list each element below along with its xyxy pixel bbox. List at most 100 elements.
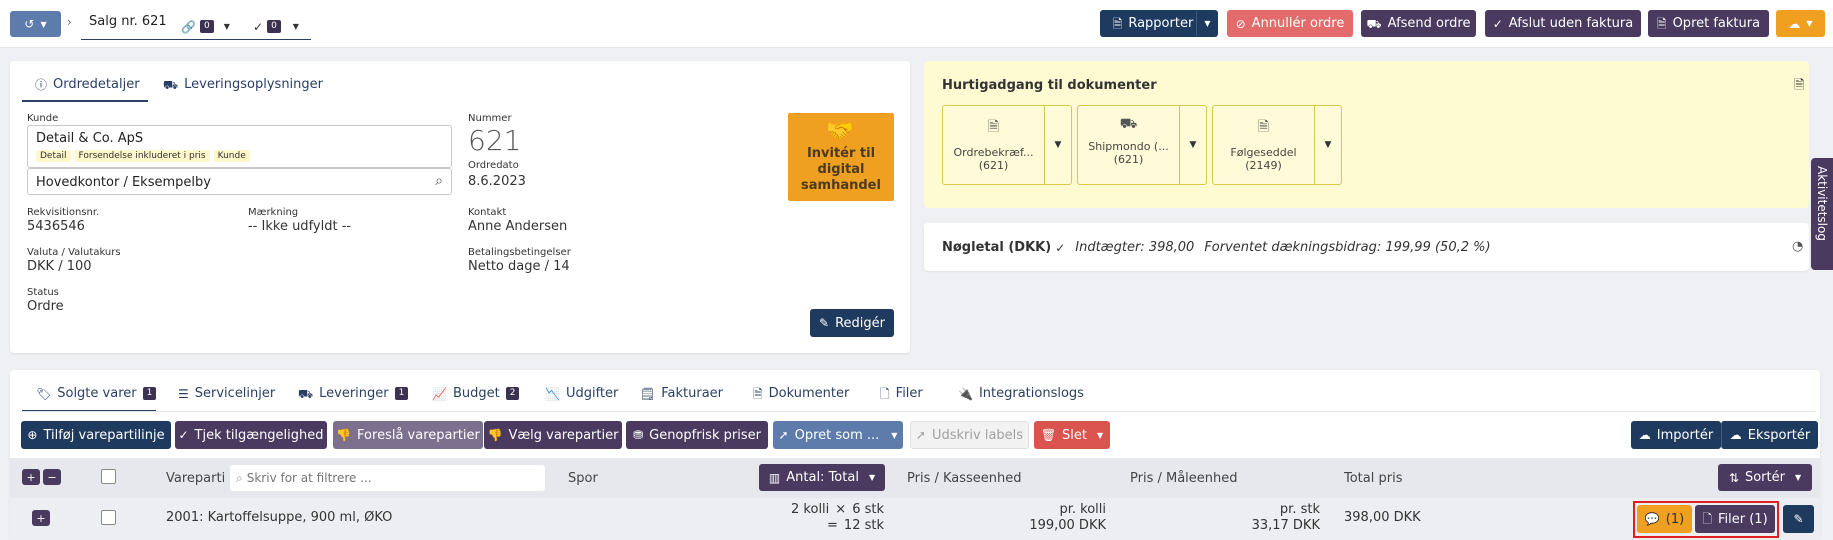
choose-lots-button[interactable]: 👎 Vælg varepartier [484, 421, 622, 449]
row-checkbox[interactable] [101, 510, 116, 525]
cancel-order-button[interactable]: ⊘ Annullér ordre [1227, 10, 1353, 37]
cloud-upload-button[interactable]: ☁ ▼ [1776, 10, 1825, 37]
header-price-unit: Pris / Måleenhed [1130, 471, 1238, 486]
refresh-prices-button[interactable]: ⛃ Genopfrisk priser [626, 421, 768, 449]
tabs-divider [20, 411, 1815, 412]
tab-deliveries[interactable]: ⛟ Leveringer 1 [298, 386, 409, 401]
customer-name: Detail & Co. ApS [36, 131, 144, 146]
expand-all-button[interactable]: + [22, 469, 40, 485]
quick-docs-title: Hurtigadgang til dokumenter [942, 78, 1157, 93]
invite-digital-trade-button[interactable]: 🤝 Invitér til digital samhandel [788, 113, 894, 201]
invoice-icon: 🗒 [640, 386, 656, 401]
tab-sold-items[interactable]: 🏷 Solgte varer 1 [36, 386, 157, 401]
quick-doc-main[interactable]: 🗎 Ordrebekræf... (621) [943, 106, 1045, 184]
kpi-title: Nøgletal (DKK) [942, 240, 1052, 255]
refresh-prices-label: Genopfrisk priser [649, 427, 761, 443]
quick-doc-main[interactable]: ⛟ Shipmondo (... (621) [1078, 106, 1180, 184]
edit-row-button[interactable]: ✎ [1783, 505, 1814, 533]
finish-no-invoice-button[interactable]: ✓ Afslut uden faktura [1485, 10, 1641, 37]
tab-label: Servicelinjer [194, 386, 276, 401]
search-icon[interactable]: ⌕ [435, 173, 443, 189]
quick-doc-dropdown[interactable]: ▼ [1315, 106, 1341, 184]
reports-dropdown-button[interactable]: ▼ [1196, 10, 1218, 37]
quick-doc-dropdown[interactable]: ▼ [1180, 106, 1206, 184]
document-icon: 🗎 [753, 386, 763, 401]
expand-row-button[interactable]: + [32, 510, 50, 526]
marking-value: -- Ikke udfyldt -- [248, 219, 352, 234]
send-order-button[interactable]: ⛟ Afsend ordre [1361, 10, 1476, 37]
edit-button[interactable]: ✎ Redigér [810, 309, 894, 337]
delete-button[interactable]: 🗑 Slet ▼ [1034, 421, 1110, 449]
add-line-label: Tilføj varepartilinje [43, 427, 165, 443]
customer-tag: Detail [36, 150, 71, 162]
tab-documents[interactable]: 🗎 Dokumenter [753, 386, 849, 401]
filter-input[interactable]: ⌕ [230, 465, 545, 491]
order-number: 621 [468, 124, 522, 157]
reports-button[interactable]: 🗎 Rapporter [1100, 10, 1206, 37]
create-invoice-button[interactable]: 🗎 Opret faktura [1648, 10, 1769, 37]
collapse-all-button[interactable]: − [43, 469, 61, 485]
customer-field[interactable]: Detail & Co. ApS Detail Forsendelse inkl… [27, 125, 452, 168]
header-price-case: Pris / Kasseenhed [907, 471, 1022, 486]
info-icon: ⓘ [35, 77, 48, 92]
quick-doc-main[interactable]: 🗎 Følgeseddel (2149) [1213, 106, 1315, 184]
pencil-icon: ✎ [1793, 512, 1804, 526]
sort-button[interactable]: ⇅ Sortér ▼ [1718, 464, 1812, 491]
files-button[interactable]: 🗋 Filer (1) [1695, 505, 1775, 533]
contact-label: Kontakt [468, 207, 507, 218]
kpi-margin: Forventet dækningsbidrag: 199,99 (50,2 %… [1204, 240, 1491, 255]
tab-expenses[interactable]: 📉 Udgifter [545, 386, 618, 401]
finish-no-invoice-label: Afslut uden faktura [1508, 16, 1634, 31]
address-text: Hovedkontor / Eksempelby [36, 175, 211, 190]
chevron-down-icon: ▼ [891, 430, 898, 440]
document-icon[interactable]: 🗎 [1794, 76, 1804, 98]
chevron-down-icon: ▼ [1189, 140, 1197, 150]
filter-input-field[interactable] [246, 471, 527, 485]
tab-invoices[interactable]: 🗒 Fakturaer [640, 386, 723, 401]
edit-icon: ✎ [819, 316, 830, 330]
check-icon: ✓ [1055, 240, 1066, 255]
select-all-checkbox[interactable] [101, 469, 116, 484]
tab-files[interactable]: 🗋 Filer [880, 386, 923, 401]
tab-integration-logs[interactable]: 🔌 Integrationslogs [958, 386, 1084, 401]
check-availability-button[interactable]: ✓ Tjek tilgængelighed [175, 421, 327, 449]
tab-budget[interactable]: 📈 Budget 2 [432, 386, 520, 401]
comments-label: (1) [1665, 511, 1685, 527]
comments-button[interactable]: 💬 (1) [1637, 505, 1692, 533]
print-labels-button[interactable]: ➚ Udskriv labels [910, 421, 1029, 449]
tab-active-underline [22, 100, 148, 102]
check-icon: ✓ [178, 428, 189, 442]
comments-icon: 💬 [1644, 512, 1660, 526]
ban-icon: ⊘ [1235, 16, 1246, 31]
quick-doc-order-confirmation[interactable]: 🗎 Ordrebekræf... (621) ▼ [942, 105, 1072, 185]
tab-order-details-label: Ordredetaljer [53, 77, 140, 92]
kpi-income: Indtægter: 398,00 [1075, 240, 1195, 255]
chevron-down-icon: ▼ [40, 19, 47, 29]
create-as-button[interactable]: ➚ Opret som ... ▼ [773, 421, 903, 449]
suggest-lots-button[interactable]: 👎 Foreslå varepartier [333, 421, 483, 449]
export-button[interactable]: ☁ Eksportér [1721, 421, 1818, 449]
quick-doc-dropdown[interactable]: ▼ [1045, 106, 1071, 184]
dashboard-icon[interactable]: ◔ [1792, 239, 1803, 254]
cancel-order-label: Annullér ordre [1251, 16, 1345, 31]
history-button[interactable]: ↺ ▼ [10, 11, 61, 37]
quantity-mode-button[interactable]: ▥ Antal: Total ▼ [759, 464, 885, 491]
quick-doc-packing-slip[interactable]: 🗎 Følgeseddel (2149) ▼ [1212, 105, 1342, 185]
tab-order-details[interactable]: ⓘ Ordredetaljer [35, 77, 140, 92]
activity-log-tab[interactable]: Aktivitetslog [1811, 158, 1833, 270]
quick-doc-shipmondo[interactable]: ⛟ Shipmondo (... (621) ▼ [1077, 105, 1207, 185]
thumbs-down-icon: 👎 [487, 428, 503, 442]
order-title[interactable]: Salg nr. 621 [81, 14, 177, 40]
address-field[interactable]: Hovedkontor / Eksempelby ⌕ [27, 168, 452, 195]
chevron-down-icon: ▼ [868, 473, 876, 482]
marking-label: Mærkning [248, 207, 299, 218]
add-line-button[interactable]: ⊕ Tilføj varepartilinje [21, 421, 171, 449]
import-button[interactable]: ☁ Importér [1631, 421, 1721, 449]
kpi-row: Nøgletal (DKK) ✓ Indtægter: 398,00 Forve… [942, 240, 1491, 255]
tab-service-lines[interactable]: ☰ Servicelinjer [178, 386, 275, 401]
tab-delivery-info[interactable]: ⛟ Leveringsoplysninger [163, 77, 323, 92]
send-icon: ➚ [778, 428, 789, 442]
chevron-down-icon: ▼ [223, 22, 230, 31]
checks-dropdown[interactable]: ✓ 0 ▼ [243, 14, 311, 40]
links-dropdown[interactable]: 🔗 0 ▼ [177, 14, 243, 40]
